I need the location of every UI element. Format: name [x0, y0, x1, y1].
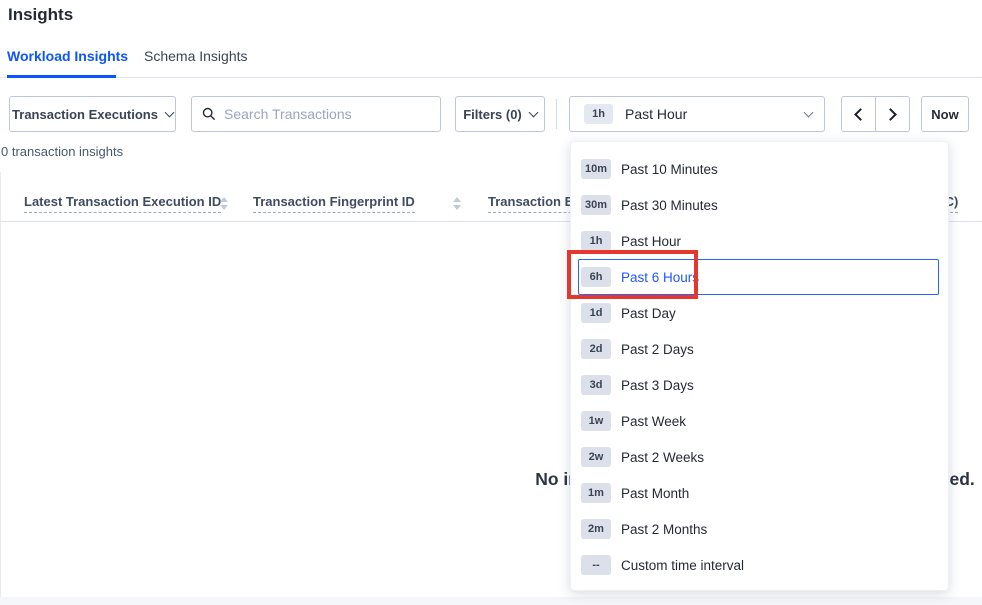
sort-icon[interactable]: [220, 197, 230, 211]
column-header-latest-transaction-execution-id[interactable]: Latest Transaction Execution ID: [24, 194, 221, 213]
tab-bar: Workload Insights Schema Insights: [0, 46, 982, 78]
now-button[interactable]: Now: [921, 96, 969, 132]
interval-badge: 10m: [581, 159, 611, 179]
table-left-border: [0, 172, 1, 597]
menu-item-past-day[interactable]: 1d Past Day: [571, 295, 948, 331]
menu-item-past-month[interactable]: 1m Past Month: [571, 475, 948, 511]
interval-label: Past Week: [621, 414, 686, 429]
search-icon: [202, 107, 216, 121]
active-tab-underline: [7, 75, 116, 78]
interval-badge: 1m: [581, 483, 611, 503]
menu-item-past-6-hours[interactable]: 6h Past 6 Hours: [578, 259, 939, 295]
menu-item-past-3-days[interactable]: 3d Past 3 Days: [571, 367, 948, 403]
page-bottom-band: [0, 597, 982, 605]
tab-workload-insights[interactable]: Workload Insights: [7, 48, 128, 64]
menu-item-past-2-days[interactable]: 2d Past 2 Days: [571, 331, 948, 367]
menu-item-past-10-minutes[interactable]: 10m Past 10 Minutes: [571, 151, 948, 187]
column-header-transaction-fingerprint-id[interactable]: Transaction Fingerprint ID: [253, 194, 415, 213]
chevron-down-icon: [528, 107, 538, 117]
interval-label: Custom time interval: [621, 558, 744, 573]
interval-label: Past 2 Weeks: [621, 450, 704, 465]
time-interval-menu: 10m Past 10 Minutes 30m Past 30 Minutes …: [570, 141, 949, 591]
interval-badge: 2d: [581, 339, 611, 359]
tab-schema-insights[interactable]: Schema Insights: [144, 48, 248, 64]
time-nav-group: [841, 96, 910, 132]
interval-label: Past 3 Days: [621, 378, 694, 393]
search-box: [191, 96, 441, 132]
interval-badge: 2m: [581, 519, 611, 539]
filters-button[interactable]: Filters (0): [455, 96, 545, 132]
interval-label: Past Month: [621, 486, 689, 501]
menu-item-past-hour[interactable]: 1h Past Hour: [571, 223, 948, 259]
interval-badge: 1w: [581, 411, 611, 431]
interval-badge: --: [581, 555, 611, 575]
time-interval-button[interactable]: 1h Past Hour: [569, 96, 825, 132]
entity-select-label: Transaction Executions: [12, 107, 158, 122]
menu-item-past-week[interactable]: 1w Past Week: [571, 403, 948, 439]
chevron-right-icon: [884, 108, 897, 121]
next-interval-button[interactable]: [875, 97, 909, 131]
menu-item-custom-time-interval[interactable]: -- Custom time interval: [571, 547, 948, 583]
interval-label: Past 6 Hours: [621, 270, 699, 285]
search-input[interactable]: [224, 106, 430, 122]
filters-label: Filters (0): [463, 107, 522, 122]
entity-select-button[interactable]: Transaction Executions: [9, 96, 176, 132]
time-interval-label: Past Hour: [625, 106, 805, 122]
menu-item-past-30-minutes[interactable]: 30m Past 30 Minutes: [571, 187, 948, 223]
time-interval-badge: 1h: [584, 104, 613, 124]
interval-badge: 2w: [581, 447, 611, 467]
interval-badge: 6h: [581, 267, 611, 287]
prev-interval-button[interactable]: [842, 97, 875, 131]
interval-label: Past 30 Minutes: [621, 198, 718, 213]
interval-label: Past 2 Months: [621, 522, 707, 537]
interval-label: Past Day: [621, 306, 676, 321]
interval-label: Past 10 Minutes: [621, 162, 718, 177]
interval-badge: 1h: [581, 231, 611, 251]
menu-item-past-2-months[interactable]: 2m Past 2 Months: [571, 511, 948, 547]
sort-icon[interactable]: [453, 197, 463, 211]
interval-badge: 3d: [581, 375, 611, 395]
chevron-down-icon: [804, 107, 814, 117]
chevron-left-icon: [854, 108, 867, 121]
chevron-down-icon: [165, 107, 175, 117]
interval-badge: 30m: [581, 195, 611, 215]
interval-label: Past 2 Days: [621, 342, 694, 357]
toolbar-divider: [556, 99, 557, 129]
interval-badge: 1d: [581, 303, 611, 323]
interval-label: Past Hour: [621, 234, 681, 249]
insights-count: 0 transaction insights: [1, 144, 123, 159]
page-title: Insights: [8, 5, 73, 25]
menu-item-past-2-weeks[interactable]: 2w Past 2 Weeks: [571, 439, 948, 475]
